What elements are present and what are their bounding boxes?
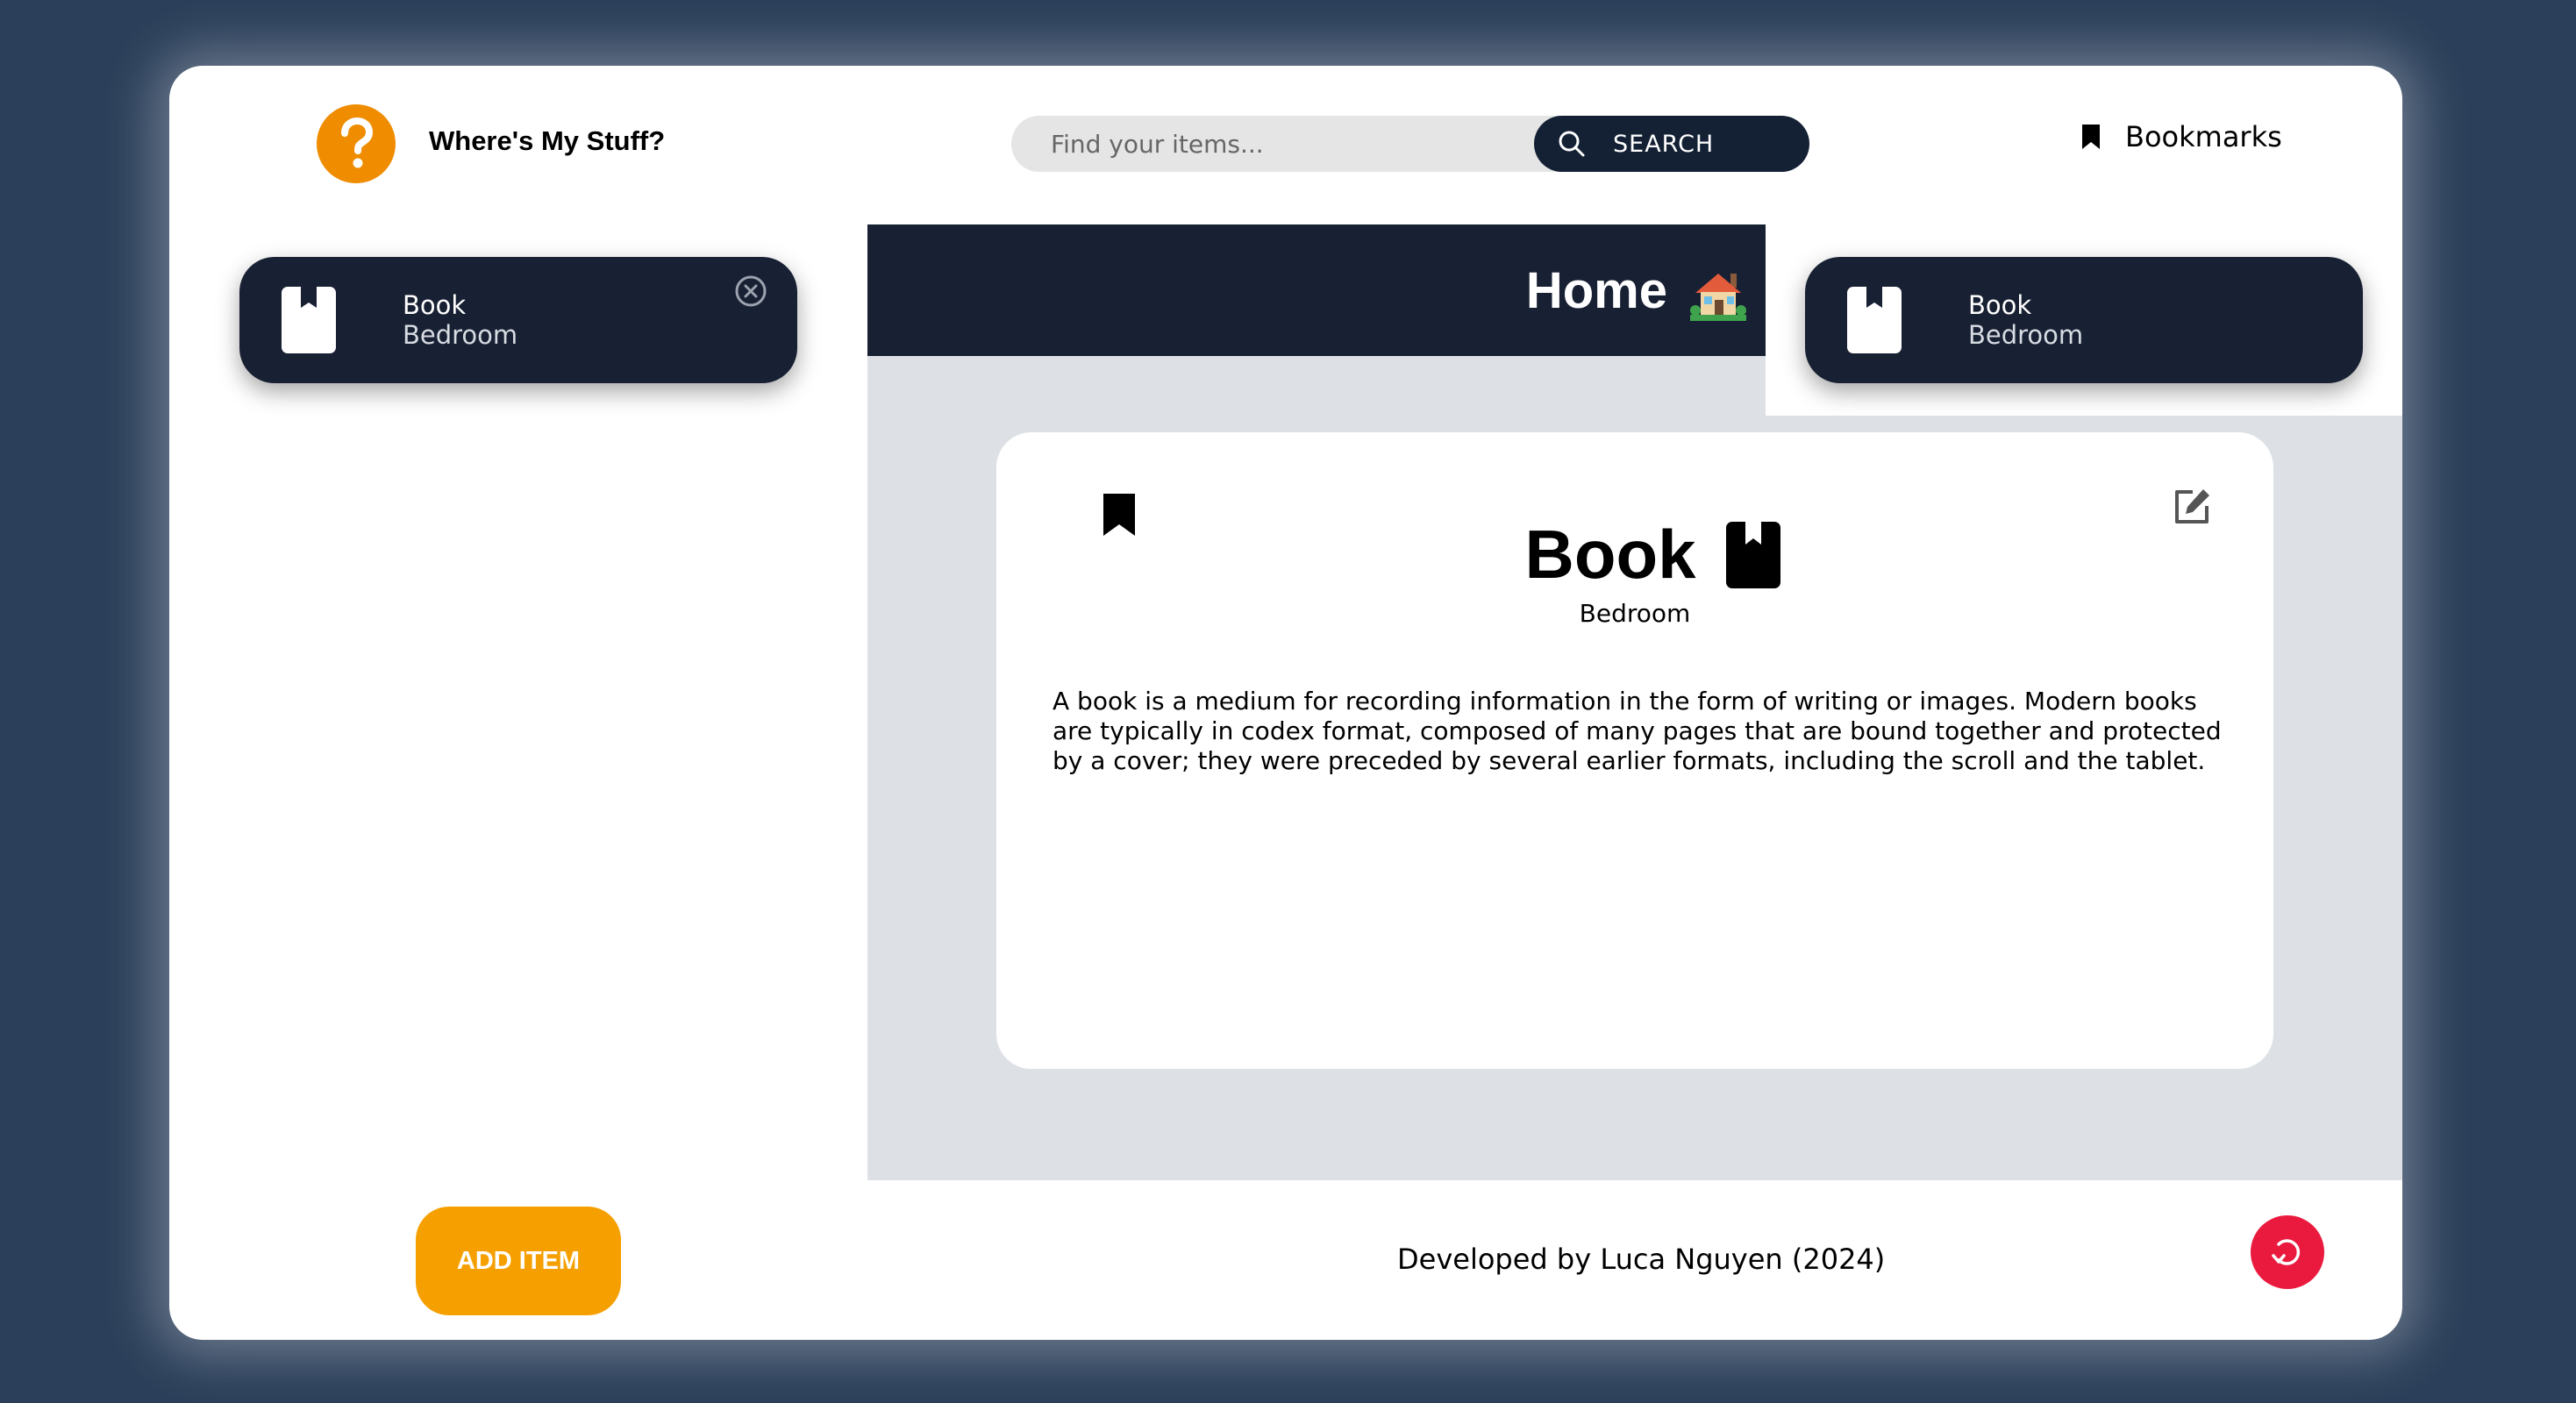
item-room: Bedroom (1579, 599, 1691, 628)
bookmark-icon (2082, 125, 2100, 149)
footer-credit: Developed by Luca Nguyen (2024) (1397, 1243, 1886, 1276)
close-circle-icon[interactable] (734, 274, 767, 308)
search-input[interactable] (1011, 116, 1569, 172)
app-title: Where's My Stuff? (429, 125, 666, 156)
detail-title-row: Book (996, 515, 2273, 595)
home-banner: Home (867, 224, 1766, 356)
app-window: Where's My Stuff? SEARCH Bookmarks Home (169, 66, 2402, 1340)
page-title: Home (1525, 262, 1667, 319)
add-item-button[interactable]: ADD ITEM (416, 1207, 621, 1315)
bookmarks-label: Bookmarks (2125, 120, 2282, 153)
search-bar: SEARCH (1011, 116, 1809, 172)
book-icon (1725, 521, 1780, 588)
refresh-button[interactable] (2251, 1215, 2324, 1289)
recent-item-card[interactable]: Book Bedroom (239, 257, 797, 383)
search-button[interactable]: SEARCH (1534, 116, 1809, 172)
book-icon (282, 287, 336, 353)
item-room: Bedroom (1968, 320, 2084, 350)
item-detail-card: Book Bedroom A book is a medium for reco… (996, 432, 2273, 1069)
question-mark-icon[interactable] (317, 104, 396, 183)
item-name: Book (403, 290, 467, 320)
item-room: Bedroom (403, 320, 518, 350)
book-icon (1847, 287, 1902, 353)
bookmarks-link[interactable]: Bookmarks (2081, 120, 2282, 153)
bookmarked-item-card[interactable]: Book Bedroom (1805, 257, 2363, 383)
item-description: A book is a medium for recording informa… (1053, 687, 2222, 775)
search-icon (1559, 131, 1585, 157)
refresh-icon (2272, 1239, 2301, 1265)
search-button-label: SEARCH (1613, 130, 1715, 158)
house-icon (1690, 274, 1746, 321)
item-name: Book (1968, 290, 2032, 320)
item-title: Book (1524, 516, 1696, 593)
